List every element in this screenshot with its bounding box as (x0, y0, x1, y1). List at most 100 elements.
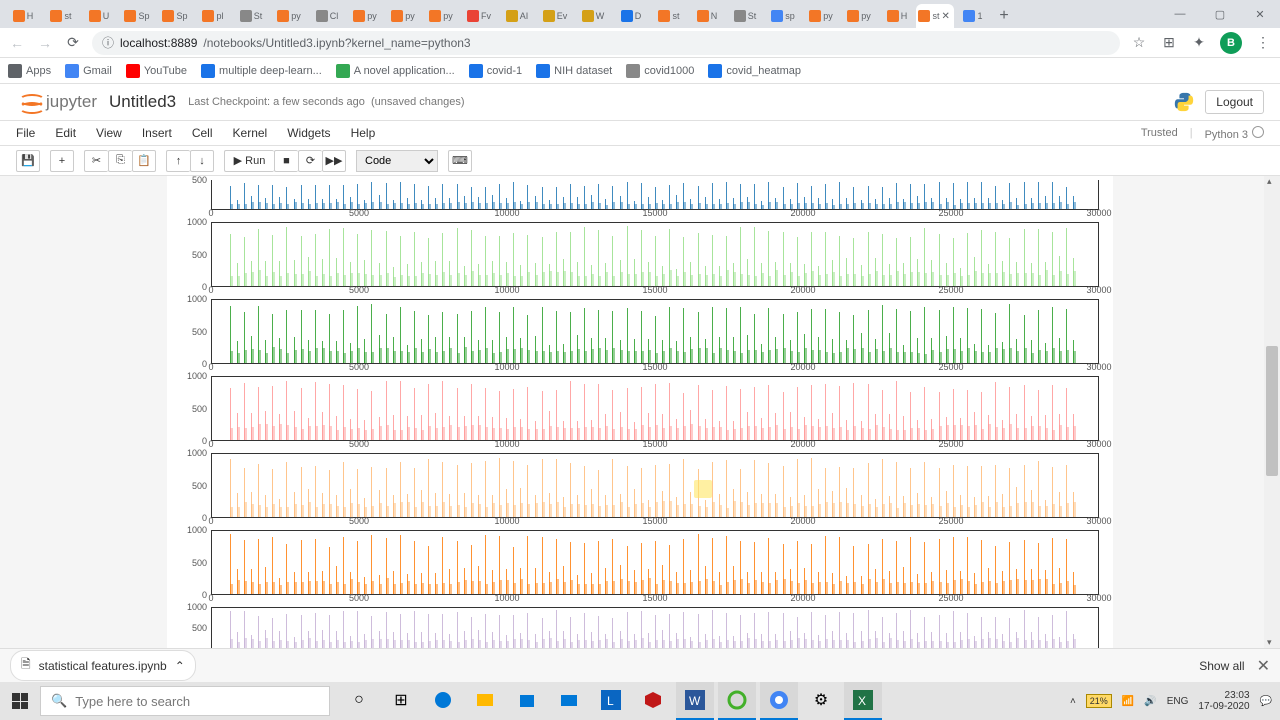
bookmark-item[interactable]: covid_heatmap (708, 64, 801, 78)
browser-tab[interactable]: St (232, 4, 270, 28)
notebook-title[interactable]: Untitled3 (109, 92, 176, 112)
browser-tab[interactable]: pl (194, 4, 232, 28)
save-button[interactable]: 💾 (16, 150, 40, 172)
browser-tab[interactable]: H (4, 4, 42, 28)
bookmark-star-icon[interactable]: ☆ (1130, 34, 1148, 52)
scrollbar-thumb[interactable] (1266, 346, 1278, 476)
interrupt-button[interactable]: ■ (274, 150, 298, 172)
show-all-downloads[interactable]: Show all (1199, 659, 1244, 673)
browser-tab[interactable]: py (346, 4, 384, 28)
paste-button[interactable]: 📋 (132, 150, 156, 172)
start-button[interactable] (0, 682, 40, 720)
omnibox[interactable]: ⓘ localhost:8889/notebooks/Untitled3.ipy… (92, 31, 1120, 55)
store-icon[interactable] (508, 682, 546, 720)
tray-chevron-icon[interactable]: ˄ (1070, 696, 1076, 707)
minimize-button[interactable]: — (1160, 0, 1200, 28)
bookmark-item[interactable]: Gmail (65, 64, 112, 78)
wifi-icon[interactable]: 📶 (1122, 696, 1134, 707)
jupyter-logo[interactable]: jupyter (16, 88, 97, 116)
bookmark-item[interactable]: Apps (8, 64, 51, 78)
bookmark-item[interactable]: multiple deep-learn... (201, 64, 322, 78)
bookmark-item[interactable]: A novel application... (336, 64, 455, 78)
logout-button[interactable]: Logout (1205, 90, 1264, 114)
close-window-button[interactable]: ✕ (1240, 0, 1280, 28)
trusted-indicator[interactable]: Trusted (1141, 127, 1178, 139)
clock[interactable]: 23:03 17-09-2020 (1198, 690, 1249, 712)
restart-run-all-button[interactable]: ▶▶ (322, 150, 346, 172)
menu-cell[interactable]: Cell (192, 126, 213, 140)
browser-tab[interactable]: H (878, 4, 916, 28)
browser-tab[interactable]: py (384, 4, 422, 28)
browser-tab[interactable]: Sp (156, 4, 194, 28)
battery-indicator[interactable]: 21% (1086, 694, 1112, 708)
bookmark-item[interactable]: NIH dataset (536, 64, 612, 78)
cortana-icon[interactable]: ○ (340, 682, 378, 720)
menu-edit[interactable]: Edit (55, 126, 76, 140)
task-view-icon[interactable]: ⊞ (382, 682, 420, 720)
copy-button[interactable]: ⎘ (108, 150, 132, 172)
chevron-up-icon[interactable]: ⌃ (175, 659, 185, 673)
browser-tab[interactable]: St (726, 4, 764, 28)
profile-avatar[interactable]: B (1220, 32, 1242, 54)
back-button[interactable]: ← (8, 34, 26, 52)
browser-tab[interactable]: Sp (118, 4, 156, 28)
anaconda-icon[interactable] (718, 682, 756, 720)
bookmark-item[interactable]: covid-1 (469, 64, 522, 78)
run-button[interactable]: ▶ Run (224, 150, 274, 172)
menu-file[interactable]: File (16, 126, 35, 140)
browser-tab[interactable]: AI (498, 4, 536, 28)
menu-widgets[interactable]: Widgets (287, 126, 330, 140)
volume-icon[interactable]: 🔊 (1144, 696, 1156, 707)
close-tab-icon[interactable]: ✕ (942, 11, 952, 21)
download-item[interactable]: 🗎 statistical features.ipynb ⌃ (10, 650, 196, 681)
cut-button[interactable]: ✂ (84, 150, 108, 172)
extension-puzzle-icon[interactable]: ✦ (1190, 34, 1208, 52)
browser-tab[interactable]: py (802, 4, 840, 28)
kernel-name[interactable]: Python 3 (1205, 126, 1264, 141)
menu-insert[interactable]: Insert (142, 126, 172, 140)
reload-button[interactable]: ⟳ (64, 34, 82, 52)
close-downloads-bar[interactable]: ✕ (1257, 656, 1270, 676)
explorer-icon[interactable] (466, 682, 504, 720)
browser-tab[interactable]: W (574, 4, 612, 28)
command-palette-button[interactable]: ⌨ (448, 150, 472, 172)
notebook-scrollbar[interactable]: ▴ ▾ (1264, 176, 1280, 648)
move-up-button[interactable]: ↑ (166, 150, 190, 172)
browser-tab[interactable]: st (650, 4, 688, 28)
bookmark-item[interactable]: YouTube (126, 64, 187, 78)
excel-icon[interactable]: X (844, 682, 882, 720)
browser-tab[interactable]: py (270, 4, 308, 28)
add-cell-button[interactable]: + (50, 150, 74, 172)
menu-kernel[interactable]: Kernel (233, 126, 268, 140)
bookmark-item[interactable]: covid1000 (626, 64, 694, 78)
browser-tab[interactable]: py (840, 4, 878, 28)
language-indicator[interactable]: ENG (1167, 696, 1189, 707)
cell-type-select[interactable]: Code (356, 150, 438, 172)
restart-button[interactable]: ⟳ (298, 150, 322, 172)
browser-tab[interactable]: sp (764, 4, 802, 28)
menu-help[interactable]: Help (351, 126, 376, 140)
word-icon[interactable]: W (676, 682, 714, 720)
browser-tab[interactable]: N (688, 4, 726, 28)
maximize-button[interactable]: ▢ (1200, 0, 1240, 28)
browser-tab[interactable]: 1 (954, 4, 992, 28)
forward-button[interactable]: → (36, 34, 54, 52)
browser-tab[interactable]: st✕ (916, 4, 954, 28)
chrome-menu-icon[interactable]: ⋮ (1254, 34, 1272, 52)
notifications-icon[interactable]: 💬 (1260, 696, 1272, 707)
edge-icon[interactable] (424, 682, 462, 720)
browser-tab[interactable]: st (42, 4, 80, 28)
browser-tab[interactable]: Cl (308, 4, 346, 28)
browser-tab[interactable]: py (422, 4, 460, 28)
move-down-button[interactable]: ↓ (190, 150, 214, 172)
mail-icon[interactable] (550, 682, 588, 720)
extensions-icon[interactable]: ⊞ (1160, 34, 1178, 52)
site-info-icon[interactable]: ⓘ (102, 34, 114, 51)
menu-view[interactable]: View (96, 126, 122, 140)
linkedin-icon[interactable]: L (592, 682, 630, 720)
mcafee-icon[interactable] (634, 682, 672, 720)
browser-tab[interactable]: Fv (460, 4, 498, 28)
chrome-icon[interactable] (760, 682, 798, 720)
settings-gear-icon[interactable]: ⚙ (802, 682, 840, 720)
browser-tab[interactable]: U (80, 4, 118, 28)
